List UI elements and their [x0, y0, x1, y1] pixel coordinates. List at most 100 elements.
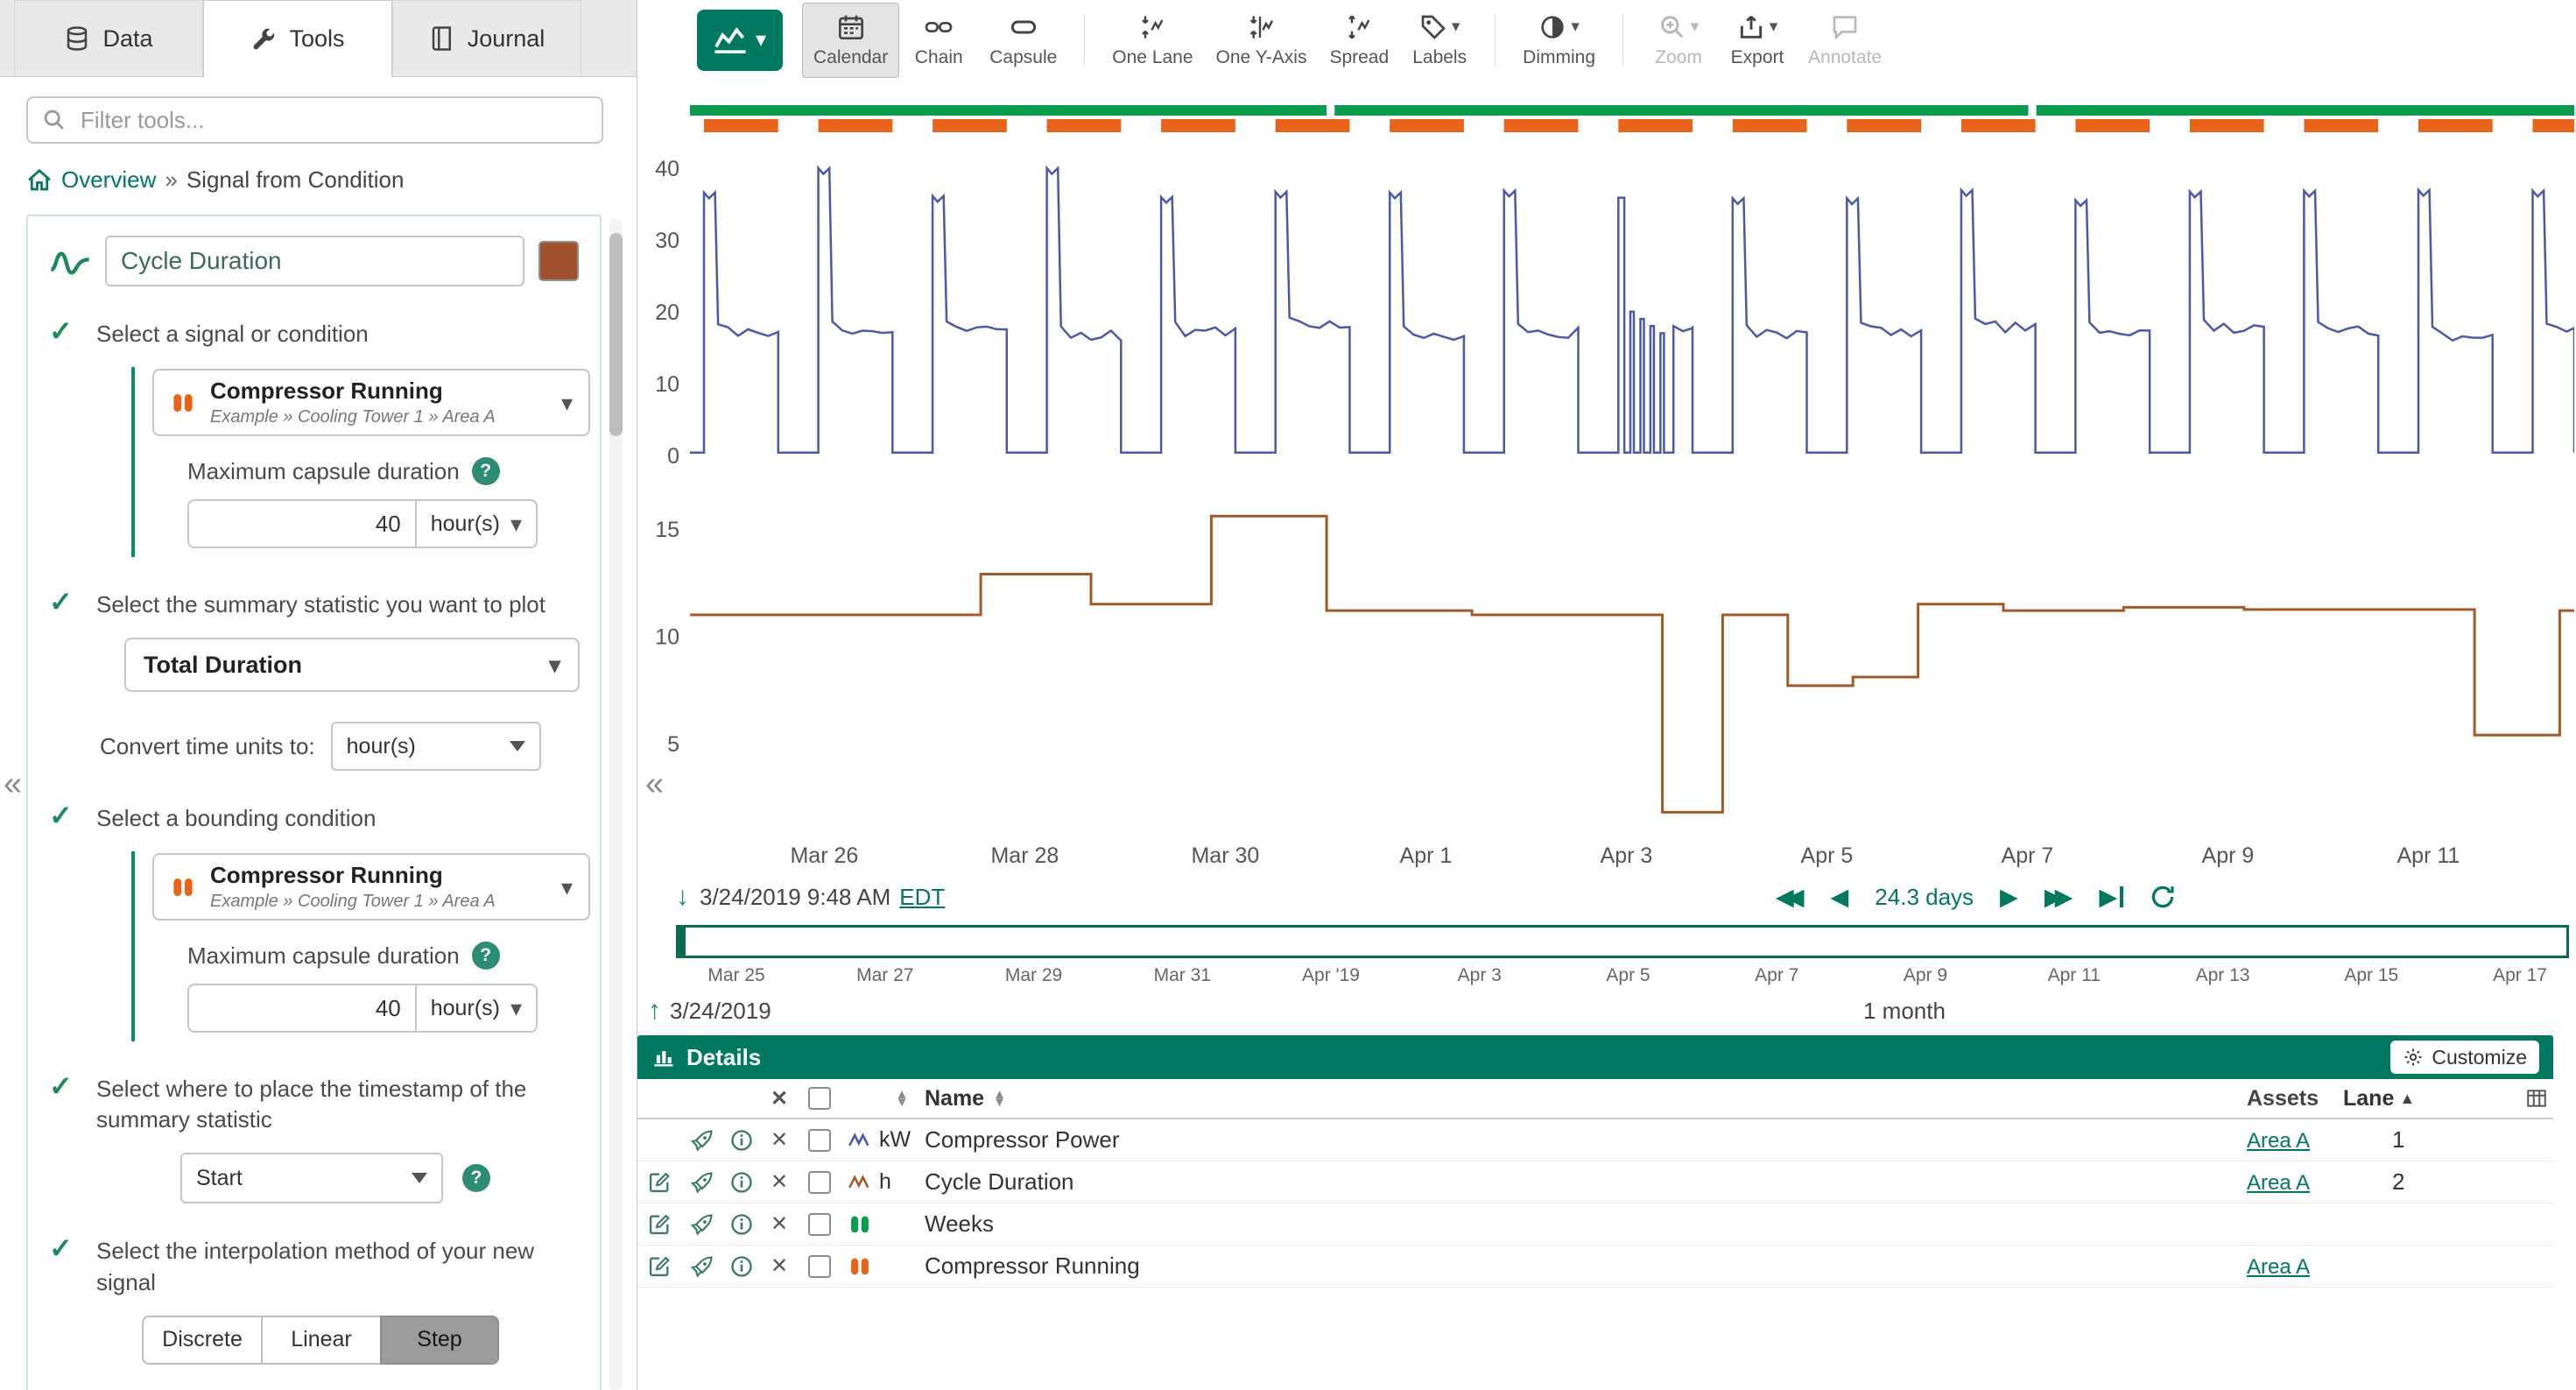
home-icon[interactable]	[26, 167, 53, 194]
bounding-condition-select[interactable]: Compressor Running Example » Cooling Tow…	[152, 853, 590, 921]
sort-icon[interactable]: ▲▼	[896, 1090, 909, 1107]
info-icon[interactable]	[729, 1170, 754, 1195]
collapse-tools-chevron[interactable]: «	[645, 767, 664, 801]
trend-chart[interactable]: 40302010015105Mar 26Mar 28Mar 30Apr 1Apr…	[637, 81, 2576, 876]
caret-down-icon: ▾	[510, 997, 522, 1020]
caret-down-icon: ▾	[1452, 18, 1460, 35]
interp-linear-button[interactable]: Linear	[261, 1316, 380, 1365]
edit-icon[interactable]	[647, 1212, 672, 1237]
help-icon[interactable]: ?	[472, 942, 500, 970]
edit-icon[interactable]	[647, 1254, 672, 1279]
info-icon[interactable]	[729, 1128, 754, 1153]
remove-icon[interactable]: ✕	[771, 1211, 788, 1237]
compressor-running-capsule	[1733, 119, 1807, 132]
toolbar-button-label: Calendar	[813, 47, 888, 68]
row-checkbox[interactable]	[808, 1213, 831, 1236]
svg-text:Apr 3: Apr 3	[1601, 843, 1653, 868]
view-switcher-button[interactable]: ▾	[697, 10, 783, 71]
trend-toolbar: ▾ Calendar ChainCapsule One LaneOne Y-Axis…	[637, 0, 2576, 81]
bound-max-capsule-input[interactable]	[187, 984, 415, 1033]
row-checkbox[interactable]	[808, 1171, 831, 1194]
convert-units-select[interactable]: hour(s)	[331, 722, 541, 771]
toolbar-button-label: Spread	[1329, 47, 1389, 68]
timebar-left-handle[interactable]	[679, 928, 686, 956]
toolbar-button-label: Export	[1731, 47, 1784, 68]
timezone-link[interactable]: EDT	[899, 884, 945, 911]
info-icon[interactable]	[729, 1212, 754, 1237]
max-capsule-unit-select[interactable]: hour(s) ▾	[415, 499, 538, 548]
rocket-icon[interactable]	[690, 1254, 714, 1279]
statistic-select[interactable]: Total Duration ▾	[124, 638, 580, 692]
toolbar-button-export[interactable]: ▾ Export	[1718, 3, 1797, 78]
table-row: ✕Weeks	[637, 1203, 2553, 1245]
result-name-input[interactable]	[105, 236, 524, 286]
tab-tools[interactable]: Tools	[203, 0, 392, 77]
help-icon[interactable]: ?	[462, 1164, 490, 1192]
scrollbar-thumb[interactable]	[609, 233, 623, 436]
asset-link[interactable]: Area A	[2247, 1255, 2310, 1279]
tab-journal[interactable]: Journal	[392, 0, 581, 76]
max-capsule-input[interactable]	[187, 499, 415, 548]
toolbar-button-spread[interactable]: Spread	[1318, 3, 1400, 78]
customize-button[interactable]: Customize	[2390, 1041, 2539, 1074]
column-header-name[interactable]: Name	[925, 1086, 984, 1111]
asset-link[interactable]: Area A	[2247, 1129, 2310, 1153]
workbench-main: ▾ Calendar ChainCapsule One LaneOne Y-Axis…	[637, 0, 2576, 1390]
caret-down-icon: ▾	[1770, 18, 1778, 35]
toolbar-button-labels[interactable]: ▾Labels	[1400, 3, 1479, 78]
timestamp-select[interactable]: Start	[180, 1153, 443, 1203]
toolbar-button-dimming[interactable]: ▾Dimming	[1511, 3, 1607, 78]
duration-label[interactable]: 24.3 days	[1875, 884, 1974, 911]
weeks-capsule	[2037, 105, 2574, 116]
breadcrumb-overview[interactable]: Overview	[61, 166, 156, 194]
toolbar-button-calendar[interactable]: Calendar	[802, 3, 899, 78]
column-header-lane[interactable]: Lane	[2343, 1086, 2394, 1111]
timeline-tick-label: Apr 13	[2196, 965, 2250, 986]
timebar-selected-region[interactable]	[676, 925, 2569, 958]
refresh-icon[interactable]	[2150, 884, 2176, 910]
info-icon[interactable]	[729, 1254, 754, 1279]
help-icon[interactable]: ?	[472, 457, 500, 485]
jump-back-button[interactable]: ◀◀	[1776, 886, 1805, 909]
toolbar-button-chain[interactable]: Chain	[899, 3, 978, 78]
remove-icon[interactable]: ✕	[771, 1253, 788, 1279]
interp-discrete-button[interactable]: Discrete	[142, 1316, 261, 1365]
range-start-date[interactable]: 3/24/2019	[670, 998, 771, 1025]
wrench-icon	[250, 26, 277, 53]
signal-select[interactable]: Compressor Running Example » Cooling Tow…	[152, 369, 590, 436]
row-checkbox[interactable]	[808, 1255, 831, 1278]
toolbar-button-one-y-axis[interactable]: One Y-Axis	[1205, 3, 1319, 78]
details-table-body: ✕kWCompressor PowerArea A1✕hCycle Durati…	[637, 1119, 2553, 1288]
sort-icon[interactable]: ▲▼	[993, 1090, 1006, 1107]
interpolation-button-group: Discrete Linear Step	[142, 1316, 579, 1365]
remove-icon[interactable]: ✕	[771, 1127, 788, 1153]
remove-all-icon[interactable]: ✕	[771, 1086, 788, 1111]
bound-max-capsule-unit-select[interactable]: hour(s) ▾	[415, 984, 538, 1033]
row-checkbox[interactable]	[808, 1129, 831, 1152]
columns-icon[interactable]	[2525, 1087, 2548, 1110]
rocket-icon[interactable]	[690, 1128, 714, 1153]
column-header-assets[interactable]: Assets	[2247, 1086, 2319, 1111]
filter-tools-input[interactable]	[26, 96, 603, 144]
jump-to-end-button[interactable]: ▶	[2099, 886, 2123, 909]
rocket-icon[interactable]	[690, 1212, 714, 1237]
step-forward-button[interactable]: ▶	[2000, 886, 2018, 909]
tab-data[interactable]: Data	[14, 0, 203, 76]
edit-icon[interactable]	[647, 1170, 672, 1195]
step-back-button[interactable]: ◀	[1831, 886, 1849, 909]
collapse-left-chevron[interactable]: «	[4, 767, 22, 801]
select-all-checkbox[interactable]	[808, 1087, 831, 1110]
asset-link[interactable]: Area A	[2247, 1171, 2310, 1195]
toolbar-button-capsule[interactable]: Capsule	[978, 3, 1068, 78]
jump-forward-button[interactable]: ▶▶	[2045, 886, 2073, 909]
bounding-group: Compressor Running Example » Cooling Tow…	[131, 851, 579, 1041]
display-start-time[interactable]: 3/24/2019 9:48 AM	[700, 884, 890, 911]
panel-scrollbar[interactable]	[609, 219, 623, 1390]
color-swatch[interactable]	[538, 241, 579, 281]
max-capsule-label: Maximum capsule duration	[187, 942, 460, 970]
rocket-icon[interactable]	[690, 1170, 714, 1195]
seeq-workbench-window: « Data Tools Journal Overview » Signa	[0, 0, 2576, 1390]
toolbar-button-one-lane[interactable]: One Lane	[1101, 3, 1204, 78]
remove-icon[interactable]: ✕	[771, 1169, 788, 1195]
interp-step-button[interactable]: Step	[380, 1316, 499, 1365]
